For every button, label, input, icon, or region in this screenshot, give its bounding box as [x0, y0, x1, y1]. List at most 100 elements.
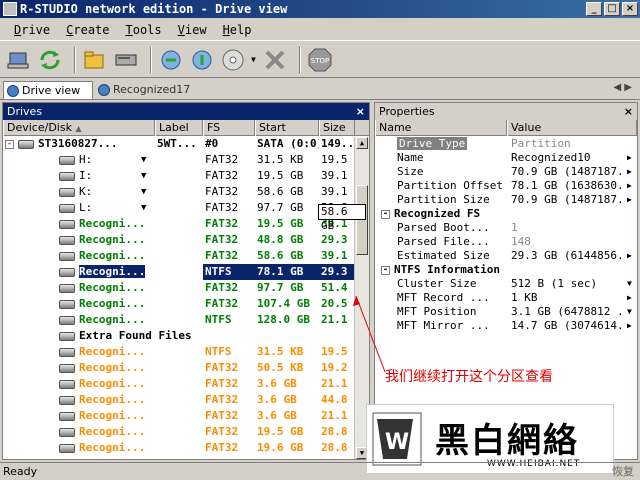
- recognized-row[interactable]: Recogni... FAT32 107.4 GB 20.5: [3, 296, 355, 312]
- col-size[interactable]: Size: [319, 120, 355, 136]
- col-label[interactable]: Label: [155, 120, 203, 136]
- extra-row[interactable]: Recogni... FAT32 3.6 GB 21.1: [3, 376, 355, 392]
- extra-row[interactable]: Recogni... FAT32 50.5 KB 19.2: [3, 360, 355, 376]
- dropdown-arrow-icon[interactable]: ▼: [141, 200, 146, 216]
- recover-icon[interactable]: [158, 47, 184, 73]
- collapse-icon[interactable]: -: [5, 139, 14, 149]
- watermark-logo-text: W: [385, 430, 409, 455]
- refresh-icon[interactable]: [37, 47, 63, 73]
- tools-icon[interactable]: [262, 47, 288, 73]
- col-name[interactable]: Name: [375, 120, 507, 136]
- partition-row[interactable]: K: ▼ FAT32 58.6 GB 39.1 G: [3, 184, 355, 200]
- tab-navigation[interactable]: ◀ ▶: [613, 82, 632, 93]
- menu-tools[interactable]: Tools: [118, 23, 170, 37]
- extra-row[interactable]: Recogni... FAT32 3.6 GB 21.1: [3, 408, 355, 424]
- disk-row[interactable]: - ST3160827... 5WT... #0 SATA (0:0)149...: [3, 136, 355, 152]
- partition-row[interactable]: L:▼FAT3297.7 GB58.6 GB: [3, 200, 355, 216]
- extra-found-files-row[interactable]: Extra Found Files: [3, 328, 355, 344]
- col-fs[interactable]: FS: [203, 120, 255, 136]
- menu-view[interactable]: View: [170, 23, 215, 37]
- expand-arrow-icon[interactable]: ▶: [627, 179, 632, 193]
- view-tabs: Drive view Recognized17 ◀ ▶: [0, 80, 640, 100]
- drive-icon: [59, 411, 75, 421]
- property-row[interactable]: Name Recognized10 ▶: [375, 151, 637, 165]
- expand-arrow-icon[interactable]: ▶: [627, 291, 632, 305]
- recognized-row[interactable]: Recogni... NTFS 78.1 GB 29.3: [3, 264, 355, 280]
- drives-column-header: Device/Disk ▲ Label FS Start Size: [3, 120, 369, 136]
- minimize-button[interactable]: _: [586, 2, 602, 16]
- row-fs: FAT32: [205, 361, 239, 374]
- property-group[interactable]: - NTFS Information: [375, 263, 637, 277]
- expand-arrow-icon[interactable]: ▶: [627, 319, 632, 333]
- menu-create[interactable]: Create: [58, 23, 117, 37]
- maximize-button[interactable]: □: [604, 2, 620, 16]
- scroll-up-icon[interactable]: ▲: [356, 137, 368, 149]
- recognized-row[interactable]: Recogni... FAT32 97.7 GB 51.4: [3, 280, 355, 296]
- property-row[interactable]: Partition Size 70.9 GB (1487187... ▶: [375, 193, 637, 207]
- dropdown-arrow-icon[interactable]: ▼: [141, 184, 146, 200]
- menu-help[interactable]: Help: [215, 23, 260, 37]
- row-size: 21.1: [321, 313, 348, 326]
- row-fs: FAT32: [205, 425, 239, 438]
- close-button[interactable]: ×: [622, 2, 638, 16]
- close-icon[interactable]: ×: [624, 103, 633, 120]
- property-row[interactable]: Partition Offset 78.1 GB (1638630... ▶: [375, 179, 637, 193]
- row-size: 39.1 G: [321, 169, 355, 182]
- dropdown-arrow-icon[interactable]: ▼: [627, 277, 632, 291]
- drive-icon: [59, 331, 75, 341]
- partition-row[interactable]: H: ▼ FAT32 31.5 KB 19.5 G: [3, 152, 355, 168]
- expand-arrow-icon[interactable]: ▶: [627, 193, 632, 207]
- row-name: Recogni...: [79, 441, 146, 454]
- scroll-thumb[interactable]: [356, 185, 368, 255]
- drive-icon: [59, 427, 75, 437]
- property-row[interactable]: Cluster Size 512 B (1 sec) ▼: [375, 277, 637, 291]
- partition-row[interactable]: I: ▼ FAT32 19.5 GB 39.1 G: [3, 168, 355, 184]
- row-fs: FAT32: [205, 233, 239, 246]
- connect-icon[interactable]: [6, 47, 32, 73]
- col-device[interactable]: Device/Disk ▲: [3, 120, 155, 136]
- property-row[interactable]: MFT Position 3.1 GB (6478812 ... ▼: [375, 305, 637, 319]
- property-row[interactable]: Drive Type Partition: [375, 137, 637, 151]
- collapse-icon[interactable]: -: [381, 209, 390, 219]
- row-fs: FAT32: [205, 217, 239, 230]
- row-name: Recogni...: [79, 217, 146, 230]
- property-row[interactable]: Parsed Boot... 1: [375, 221, 637, 235]
- property-row[interactable]: Parsed File... 148: [375, 235, 637, 249]
- expand-arrow-icon[interactable]: ▶: [627, 165, 632, 179]
- close-icon[interactable]: ×: [356, 103, 365, 120]
- col-value[interactable]: Value: [507, 120, 637, 136]
- recognized-row[interactable]: Recogni... FAT32 58.6 GB 39.1: [3, 248, 355, 264]
- property-row[interactable]: Size 70.9 GB (1487187... ▶: [375, 165, 637, 179]
- property-row[interactable]: Estimated Size 29.3 GB (6144856... ▶: [375, 249, 637, 263]
- cd-icon[interactable]: [220, 47, 246, 73]
- extra-row[interactable]: Recogni... FAT32 19.5 GB 28.8: [3, 424, 355, 440]
- expand-arrow-icon[interactable]: ▶: [627, 151, 632, 165]
- stop-icon[interactable]: STOP: [307, 47, 333, 73]
- dropdown-arrow-icon[interactable]: ▼: [141, 168, 146, 184]
- drives-panel: Drives × Device/Disk ▲ Label FS Start Siz…: [2, 102, 370, 460]
- extra-row[interactable]: Recogni... NTFS 31.5 KB 19.5: [3, 344, 355, 360]
- dropdown-arrow-icon[interactable]: ▼: [251, 55, 256, 64]
- collapse-icon[interactable]: -: [381, 265, 390, 275]
- row-fs: FAT32: [205, 393, 239, 406]
- recognized-row[interactable]: Recogni... FAT32 19.5 GB 39.1: [3, 216, 355, 232]
- scan-drive-icon[interactable]: [113, 47, 139, 73]
- col-start[interactable]: Start: [255, 120, 319, 136]
- property-value: 148: [511, 235, 531, 248]
- dropdown-arrow-icon[interactable]: ▼: [141, 152, 146, 168]
- tab-recognized[interactable]: Recognized17: [95, 81, 205, 99]
- dropdown-arrow-icon[interactable]: ▼: [627, 305, 632, 319]
- expand-arrow-icon[interactable]: ▶: [627, 249, 632, 263]
- recover-marked-icon[interactable]: [189, 47, 215, 73]
- row-name: H:: [79, 153, 93, 166]
- property-group[interactable]: - Recognized FS: [375, 207, 637, 221]
- tab-drive-view[interactable]: Drive view: [3, 81, 93, 99]
- recognized-row[interactable]: Recogni... FAT32 48.8 GB 29.3: [3, 232, 355, 248]
- recognized-row[interactable]: Recogni... NTFS 128.0 GB 21.1: [3, 312, 355, 328]
- property-row[interactable]: MFT Mirror ... 14.7 GB (3074614... ▶: [375, 319, 637, 333]
- property-row[interactable]: MFT Record ... 1 KB ▶: [375, 291, 637, 305]
- open-folder-icon[interactable]: [82, 47, 108, 73]
- extra-row[interactable]: Recogni... FAT32 3.6 GB 44.8: [3, 392, 355, 408]
- menu-drive[interactable]: Drive: [6, 23, 58, 37]
- extra-row[interactable]: Recogni... FAT32 19.6 GB 28.8: [3, 440, 355, 456]
